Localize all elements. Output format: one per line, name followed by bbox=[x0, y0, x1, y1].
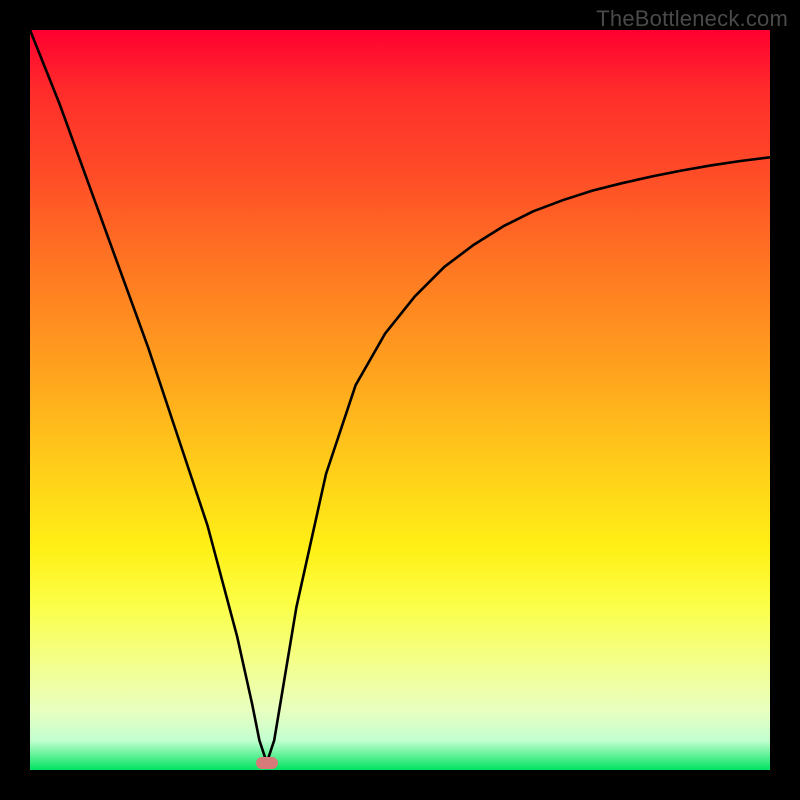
bottleneck-curve bbox=[30, 30, 770, 770]
plot-area bbox=[30, 30, 770, 770]
curve-path bbox=[30, 30, 770, 763]
chart-frame: TheBottleneck.com bbox=[0, 0, 800, 800]
minimum-marker bbox=[256, 757, 278, 769]
watermark-text: TheBottleneck.com bbox=[596, 6, 788, 32]
